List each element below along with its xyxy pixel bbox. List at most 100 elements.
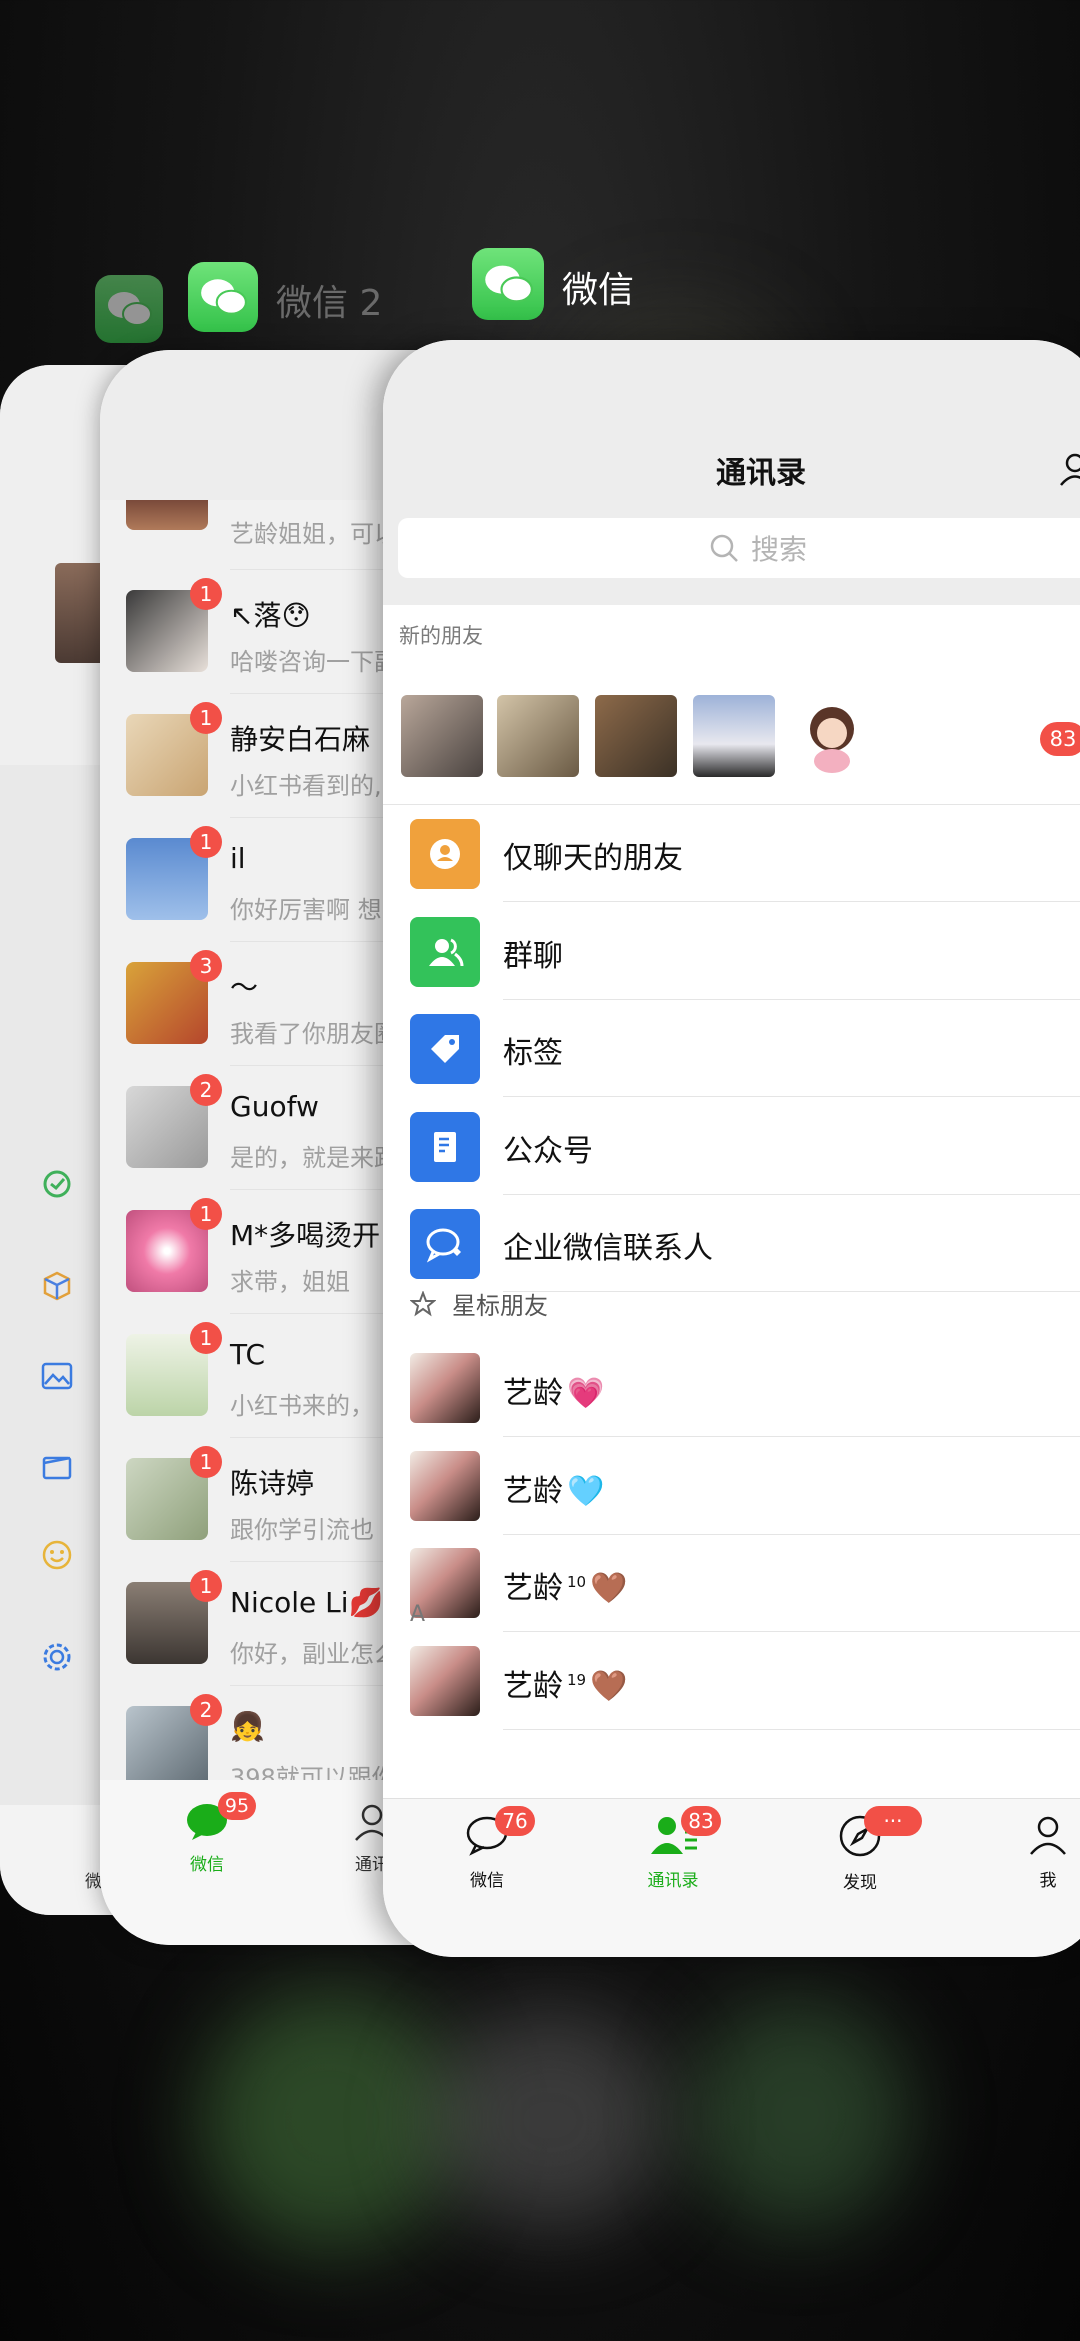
chat-name: il (230, 842, 246, 875)
official-accounts-item[interactable]: 公众号 (383, 1098, 1080, 1195)
avatar (410, 1450, 480, 1521)
cube-icon[interactable] (40, 1269, 74, 1303)
starred-contact-row[interactable]: 艺龄 19 🤎 (383, 1633, 1080, 1730)
group-chats-item[interactable]: 群聊 (383, 903, 1080, 1000)
wecom-contacts-item[interactable]: 企业微信联系人 (383, 1195, 1080, 1292)
alphabet-section-header: A (410, 1602, 426, 1627)
contact-superscript: 10 (567, 1573, 587, 1591)
menu-label: 仅聊天的朋友 (503, 841, 683, 876)
search-input[interactable]: 搜索 (398, 518, 1080, 578)
tag-icon (410, 1014, 480, 1084)
avatar[interactable] (497, 695, 579, 777)
search-placeholder: 搜索 (750, 533, 807, 566)
chat-name: Nicole Li💋 (230, 1586, 384, 1619)
contact-emoji: 🤎 (590, 1668, 628, 1704)
wechat2-app-icon[interactable] (188, 262, 258, 332)
tab-label: 微信 (470, 1871, 504, 1891)
contact-emoji: 🩵 (567, 1473, 605, 1509)
menu-label: 公众号 (503, 1133, 593, 1169)
starred-contact-row[interactable]: 艺龄 🩵 (383, 1438, 1080, 1535)
unread-badge: 95 (218, 1792, 256, 1820)
settings-gear-icon[interactable] (40, 1640, 74, 1674)
chat-last-message: 求带，姐姐 (230, 1268, 350, 1296)
chat-last-message: 跟你学引流也 (230, 1516, 374, 1544)
contact-name-line: 艺龄 💗 (503, 1368, 604, 1412)
chat-last-message: 小红书来的， (230, 1392, 374, 1420)
starred-contact-row[interactable]: 艺龄 💗 (383, 1340, 1080, 1437)
app-card-wechat[interactable]: 通讯录 搜索 新的朋友 83 仅聊天的朋友群聊标签公众号企业微信联系人 星标朋友… (383, 340, 1080, 1957)
contact-emoji: 💗 (567, 1376, 605, 1411)
tags-item[interactable]: 标签 (383, 1000, 1080, 1097)
contact-superscript: 19 (567, 1670, 587, 1689)
new-friends-count-badge: 83 (1040, 722, 1080, 756)
chat-name: M*多喝烫开 (230, 1219, 381, 1252)
search-icon (710, 534, 738, 562)
unread-badge: 1 (190, 1322, 222, 1354)
chat-name: ～ (230, 971, 259, 1004)
chat-avatar (126, 500, 208, 530)
wecom-contacts-icon (410, 1209, 480, 1279)
page-title: 通讯录 (716, 456, 806, 491)
chat-name: 👧 (230, 1710, 265, 1743)
unread-badge: 1 (190, 702, 222, 734)
avatar[interactable] (401, 695, 483, 777)
chat-name: Guofw (230, 1090, 319, 1123)
group-chat-icon (410, 916, 480, 987)
divider (503, 1291, 1080, 1292)
wallpaper-glow (200, 1990, 460, 2250)
wechat-app-icon[interactable] (95, 275, 163, 343)
avatar[interactable] (595, 695, 677, 777)
notification-badge: ··· (864, 1806, 922, 1836)
person-icon (1030, 1816, 1066, 1855)
tab-label: 微信 (190, 1855, 224, 1875)
unread-badge: 83 (681, 1806, 721, 1836)
unread-badge: 1 (190, 578, 222, 610)
chat-name: 静安白石麻 (230, 723, 371, 756)
divider (503, 1728, 1080, 1730)
tab-wechat[interactable]: 微信 76 (417, 1806, 557, 1891)
tab-discover[interactable]: 发现 ··· (790, 1806, 930, 1893)
tab-wechat[interactable]: 微信 95 (162, 1792, 256, 1875)
unread-badge: 1 (190, 1198, 222, 1230)
star-icon (410, 1290, 436, 1316)
avatar[interactable] (791, 695, 873, 777)
chat-name: ↖落😯 (230, 599, 311, 632)
contacts-header: 通讯录 搜索 (383, 340, 1080, 605)
add-friend-icon[interactable] (1058, 452, 1080, 490)
wechat2-app-label: 微信 2 (276, 283, 383, 324)
chat-last-message: 哈喽咨询一下副 (230, 648, 398, 676)
chat-last-message: 你好，副业怎么 (230, 1640, 398, 1668)
tab-contacts[interactable]: 通讯录 83 (603, 1806, 743, 1891)
emoji-icon[interactable] (40, 1538, 74, 1572)
contact-name-line: 艺龄 🩵 (503, 1466, 604, 1510)
wechat-app-label: 微信 (562, 270, 635, 311)
wallpaper-glow (690, 2000, 910, 2230)
tab-bar: 微信 76 通讯录 83 发现 ··· 我 (383, 1798, 1080, 1957)
starred-contact-row[interactable]: 艺龄 10 🤎 (383, 1535, 1080, 1632)
chat-only-friends-item[interactable]: 仅聊天的朋友 (383, 805, 1080, 902)
contact-name: 艺龄 (503, 1571, 563, 1606)
unread-badge: 1 (190, 1446, 222, 1478)
wechat-app-icon[interactable] (472, 248, 544, 320)
chat-last-message: 小红书看到的, (230, 772, 382, 800)
moments-icon[interactable] (40, 1167, 74, 1201)
contact-name: 艺龄 (503, 1473, 563, 1509)
chat-last-message: 我看了你朋友圈 (230, 1020, 398, 1048)
wallpaper-glow (430, 2010, 670, 2230)
chat-last-message: 你好厉害啊 想 (230, 896, 382, 924)
contact-name-line: 艺龄 19 🤎 (503, 1661, 627, 1705)
contact-name: 艺龄 (503, 1376, 563, 1411)
unread-badge: 2 (190, 1074, 222, 1106)
card-icon[interactable] (40, 1449, 74, 1483)
unread-badge: 76 (495, 1806, 535, 1836)
menu-label: 标签 (503, 1036, 563, 1071)
new-friends-label: 新的朋友 (399, 624, 483, 648)
chat-last-message: 艺龄姐姐，可以 (230, 520, 398, 548)
unread-badge: 3 (190, 950, 222, 982)
chat-name: TC (230, 1338, 266, 1371)
image-icon[interactable] (40, 1359, 74, 1393)
avatar[interactable] (693, 695, 775, 777)
chat-name: 陈诗婷 (230, 1467, 315, 1500)
starred-label: 星标朋友 (452, 1292, 548, 1320)
tab-me[interactable]: 我 (978, 1814, 1080, 1891)
